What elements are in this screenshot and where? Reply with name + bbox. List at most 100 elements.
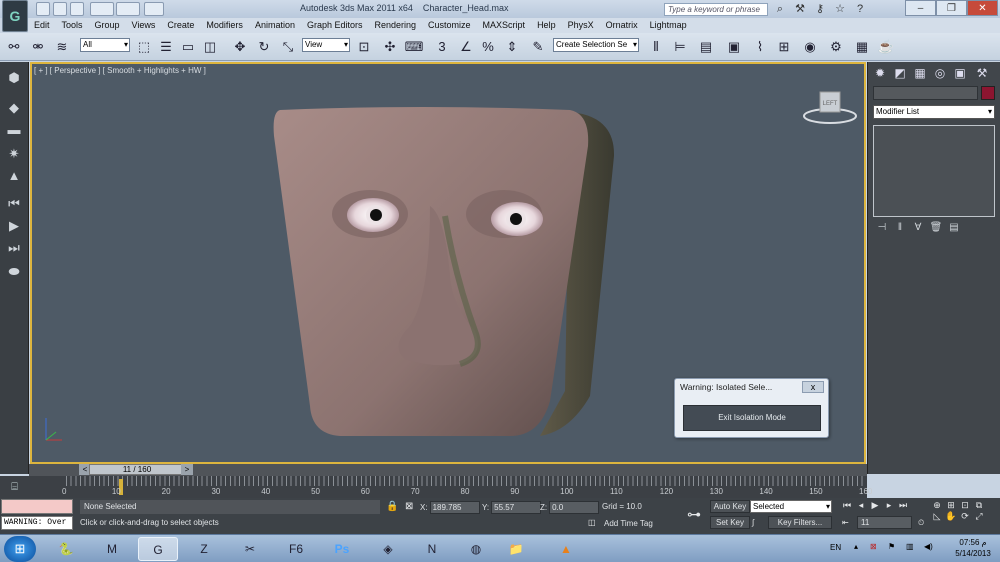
modifier-list-dropdown[interactable]: Modifier List xyxy=(873,105,995,119)
bind-space-warp-icon[interactable]: ≋ xyxy=(52,37,72,57)
field-of-view-icon[interactable]: ◺ xyxy=(930,511,944,522)
material-editor-icon[interactable]: ◉ xyxy=(800,37,820,57)
time-slider[interactable]: < 11 / 160 > xyxy=(29,464,867,476)
step-forward-icon[interactable]: ⏭ xyxy=(3,238,25,258)
rotate-icon[interactable]: ↻ xyxy=(254,37,274,57)
physx-cloth-icon[interactable]: ▲ xyxy=(3,166,25,186)
rendered-frame-window-icon[interactable]: ▦ xyxy=(852,37,872,57)
physx-static-icon[interactable]: ▬ xyxy=(3,120,25,140)
remove-modifier-icon[interactable]: 🗑 xyxy=(927,222,945,236)
new-file-icon[interactable] xyxy=(36,2,50,16)
maximize-viewport-icon[interactable]: ⤢ xyxy=(972,511,986,522)
graphite-ribbon-icon[interactable]: ▣ xyxy=(724,37,744,57)
key-icon[interactable]: ⚷ xyxy=(812,2,828,16)
vlc-icon[interactable]: ▲ xyxy=(546,537,586,561)
menu-customize[interactable]: Customize xyxy=(422,18,477,30)
binoculars-icon[interactable]: ⌕ xyxy=(772,2,788,16)
rewind-icon[interactable]: ⏮ xyxy=(3,194,25,214)
zoom-extents-all-icon[interactable]: ⧉ xyxy=(972,500,986,511)
named-selection-dropdown[interactable]: Create Selection Se xyxy=(553,38,639,52)
minimize-button[interactable]: – xyxy=(905,0,936,16)
redo-icon[interactable] xyxy=(116,2,140,16)
pan-icon[interactable]: ✋ xyxy=(944,511,958,522)
edit-named-selections-icon[interactable]: ✎ xyxy=(528,37,548,57)
clock[interactable]: 07:56 م 5/14/2013 xyxy=(948,537,998,559)
physx-create-icon[interactable]: ◆ xyxy=(3,98,25,118)
zbrush-icon[interactable]: Z xyxy=(184,537,224,561)
open-file-icon[interactable] xyxy=(53,2,67,16)
time-configuration-icon[interactable]: ⏲ xyxy=(918,518,924,528)
hierarchy-tab-icon[interactable]: ▦ xyxy=(912,65,928,81)
lock-selection-icon[interactable]: 🔒 xyxy=(386,501,398,512)
reference-coordinate-dropdown[interactable]: View xyxy=(302,38,350,52)
python-icon[interactable]: 🐍 xyxy=(46,537,86,561)
menu-animation[interactable]: Animation xyxy=(249,18,301,30)
zoom-icon[interactable]: ⊕ xyxy=(930,500,944,511)
menu-modifiers[interactable]: Modifiers xyxy=(200,18,249,30)
physx-explode-icon[interactable]: ✷ xyxy=(3,144,25,164)
track-bar[interactable]: 0 10 20 30 40 50 60 70 80 90 100 110 120 130 140 150 160 xyxy=(29,476,872,498)
maximize-button[interactable]: ❐ xyxy=(936,0,967,16)
volume-icon[interactable]: ◀) xyxy=(924,542,933,551)
snaps-toggle-icon[interactable]: 3 xyxy=(432,37,452,57)
save-file-icon[interactable] xyxy=(70,2,84,16)
viewport-label[interactable]: [ + ] [ Perspective ] [ Smooth + Highlig… xyxy=(34,66,206,75)
window-crossing-icon[interactable]: ◫ xyxy=(200,37,220,57)
y-field[interactable]: 55.57 xyxy=(491,501,542,514)
make-unique-icon[interactable]: ∀ xyxy=(909,222,927,236)
show-hidden-icons-icon[interactable]: ▴ xyxy=(854,542,858,551)
zoom-extents-icon[interactable]: ⊡ xyxy=(958,500,972,511)
show-end-result-icon[interactable]: ‖ xyxy=(891,222,909,236)
menu-tools[interactable]: Tools xyxy=(56,18,89,30)
pin-stack-icon[interactable]: ⊣ xyxy=(873,222,891,236)
spinner-snap-icon[interactable]: ⇕ xyxy=(502,37,522,57)
photoshop-icon[interactable]: Ps xyxy=(322,537,362,561)
set-keys-icon[interactable]: ⊶ xyxy=(682,506,706,524)
curve-editor-icon[interactable]: ⌇ xyxy=(750,37,770,57)
exit-isolation-mode-button[interactable]: Exit Isolation Mode xyxy=(683,405,821,431)
angle-snap-icon[interactable]: ∠ xyxy=(456,37,476,57)
go-to-end-icon[interactable]: ⏭ xyxy=(896,500,910,511)
time-slider-next-button[interactable]: > xyxy=(181,464,193,475)
menu-rendering[interactable]: Rendering xyxy=(369,18,423,30)
start-button[interactable]: ⊞ xyxy=(4,536,36,562)
scale-icon[interactable]: ⤡ xyxy=(278,37,298,57)
dialog-close-button[interactable]: x xyxy=(802,381,824,393)
language-indicator[interactable]: EN xyxy=(830,543,841,552)
absolute-mode-icon[interactable]: ⊠ xyxy=(405,501,413,512)
network-error-icon[interactable]: ⊠ xyxy=(870,542,877,551)
selection-filter-dropdown[interactable]: All xyxy=(80,38,130,52)
current-frame-field[interactable]: 11 xyxy=(857,516,912,529)
key-filters-button[interactable]: Key Filters... xyxy=(768,516,832,529)
time-slider-handle[interactable]: 11 / 160 xyxy=(89,464,185,475)
modifier-stack[interactable] xyxy=(873,125,995,217)
open-mini-curve-editor-icon[interactable]: ⌸ xyxy=(0,476,29,498)
x-field[interactable]: 189.785 xyxy=(429,501,480,514)
add-time-tag-button[interactable]: Add Time Tag xyxy=(604,519,653,528)
menu-lightmap[interactable]: Lightmap xyxy=(644,18,693,30)
move-icon[interactable]: ✥ xyxy=(230,37,250,57)
project-folder-icon[interactable] xyxy=(144,2,164,16)
character-head-model[interactable] xyxy=(270,106,630,446)
f6-app-icon[interactable]: F6 xyxy=(276,537,316,561)
render-setup-icon[interactable]: ⚙ xyxy=(826,37,846,57)
menu-group[interactable]: Group xyxy=(89,18,126,30)
previous-frame-icon[interactable]: ◂ xyxy=(854,500,868,511)
unlink-icon[interactable]: ⚮ xyxy=(28,37,48,57)
menu-maxscript[interactable]: MAXScript xyxy=(477,18,532,30)
maxscript-output[interactable]: WARNING: Over xyxy=(1,516,73,530)
menu-ornatrix[interactable]: Ornatrix xyxy=(600,18,644,30)
menu-create[interactable]: Create xyxy=(161,18,200,30)
zoom-all-icon[interactable]: ⊞ xyxy=(944,500,958,511)
utilities-tab-icon[interactable]: ⚒ xyxy=(974,65,990,81)
select-manipulate-icon[interactable]: ✣ xyxy=(380,37,400,57)
menu-edit[interactable]: Edit xyxy=(28,18,56,30)
chrome-icon[interactable]: ◍ xyxy=(456,537,496,561)
render-production-icon[interactable]: ☕ xyxy=(876,37,896,57)
orbit-icon[interactable]: ⟳ xyxy=(958,511,972,522)
play-icon[interactable]: ▶ xyxy=(868,500,882,511)
keyboard-shortcut-override-icon[interactable]: ⌨ xyxy=(404,37,424,57)
set-key-button[interactable]: Set Key xyxy=(710,516,750,529)
viewcube[interactable]: LEFT xyxy=(802,84,858,126)
close-button[interactable]: ✕ xyxy=(967,0,998,16)
